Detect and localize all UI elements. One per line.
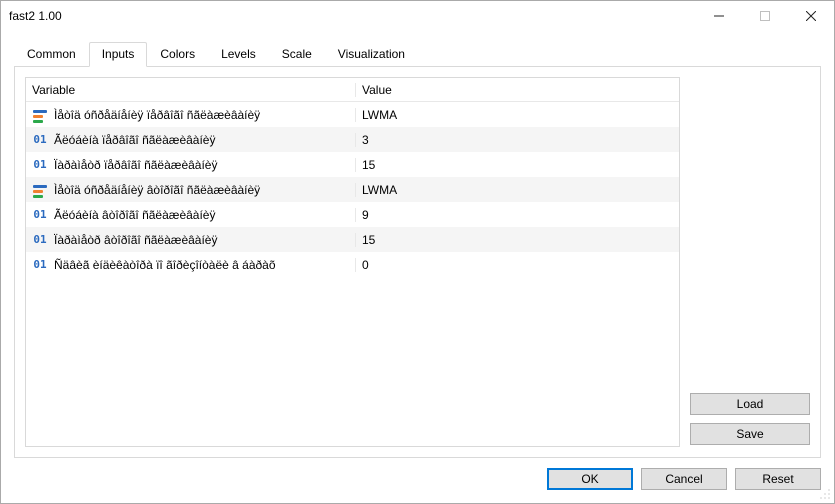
tab-common[interactable]: Common [14, 42, 89, 67]
int-type-icon: 01 [32, 157, 48, 173]
save-button[interactable]: Save [690, 423, 810, 445]
cell-value[interactable]: 9 [355, 208, 679, 222]
cell-variable: 01 Ãëóáèíà âòîðîãî ñãëàæèâàíèÿ [26, 207, 355, 223]
grid-header: Variable Value [26, 78, 679, 102]
window-controls [696, 1, 834, 31]
tab-scale[interactable]: Scale [269, 42, 325, 67]
int-type-icon: 01 [32, 232, 48, 248]
cell-value[interactable]: LWMA [355, 108, 679, 122]
header-value[interactable]: Value [355, 83, 679, 97]
maximize-button [742, 1, 788, 31]
cell-value[interactable]: LWMA [355, 183, 679, 197]
titlebar: fast2 1.00 [1, 1, 834, 31]
cell-variable: Ìåòîä óñðåäíåíèÿ ïåðâîãî ñãëàæèâàíèÿ [26, 107, 355, 123]
int-type-icon: 01 [32, 207, 48, 223]
cell-variable: 01 Ïàðàìåòð âòîðîãî ñãëàæèâàíèÿ [26, 232, 355, 248]
variable-name: Ïàðàìåòð âòîðîãî ñãëàæèâàíèÿ [54, 233, 217, 247]
tab-inputs[interactable]: Inputs [89, 42, 148, 67]
tab-levels[interactable]: Levels [208, 42, 269, 67]
tabstrip: CommonInputsColorsLevelsScaleVisualizati… [14, 42, 821, 67]
header-variable[interactable]: Variable [26, 83, 355, 97]
table-row[interactable]: Ìåòîä óñðåäíåíèÿ ïåðâîãî ñãëàæèâàíèÿ LWMA [26, 102, 679, 127]
dialog-buttons: OK Cancel Reset [14, 468, 821, 490]
ok-button[interactable]: OK [547, 468, 633, 490]
variable-name: Ãëóáèíà ïåðâîãî ñãëàæèâàíèÿ [54, 133, 215, 147]
close-icon [806, 11, 816, 21]
cell-variable: 01 Ïàðàìåòð ïåðâîãî ñãëàæèâàíèÿ [26, 157, 355, 173]
load-button[interactable]: Load [690, 393, 810, 415]
cell-value[interactable]: 15 [355, 158, 679, 172]
tab-visualization[interactable]: Visualization [325, 42, 418, 67]
tab-container: CommonInputsColorsLevelsScaleVisualizati… [14, 41, 821, 458]
int-type-icon: 01 [32, 257, 48, 273]
tab-panel-inputs: Variable Value Ìåòîä óñðåäíåíèÿ ïåðâîãî … [14, 66, 821, 458]
window-title: fast2 1.00 [9, 9, 62, 23]
maximize-icon [760, 11, 770, 21]
tab-colors[interactable]: Colors [147, 42, 208, 67]
table-row[interactable]: 01 Ïàðàìåòð âòîðîãî ñãëàæèâàíèÿ 15 [26, 227, 679, 252]
variable-name: Ìåòîä óñðåäíåíèÿ ïåðâîãî ñãëàæèâàíèÿ [54, 108, 260, 122]
table-row[interactable]: 01 Ïàðàìåòð ïåðâîãî ñãëàæèâàíèÿ 15 [26, 152, 679, 177]
enum-type-icon [32, 182, 48, 198]
int-type-icon: 01 [32, 132, 48, 148]
close-button[interactable] [788, 1, 834, 31]
table-row[interactable]: 01 Ñäâèã èíäèêàòîðà ïî ãîðèçîíòàëè â áàðà… [26, 252, 679, 277]
cancel-button[interactable]: Cancel [641, 468, 727, 490]
table-row[interactable]: 01 Ãëóáèíà âòîðîãî ñãëàæèâàíèÿ 9 [26, 202, 679, 227]
cell-variable: 01 Ñäâèã èíäèêàòîðà ïî ãîðèçîíòàëè â áàðà… [26, 257, 355, 273]
resize-grip-icon[interactable] [819, 488, 831, 500]
parameters-grid[interactable]: Variable Value Ìåòîä óñðåäíåíèÿ ïåðâîãî … [25, 77, 680, 447]
table-row[interactable]: 01 Ãëóáèíà ïåðâîãî ñãëàæèâàíèÿ 3 [26, 127, 679, 152]
dialog-window: fast2 1.00 CommonInputsColorsLevelsScale… [0, 0, 835, 504]
cell-variable: 01 Ãëóáèíà ïåðâîãî ñãëàæèâàíèÿ [26, 132, 355, 148]
client-area: CommonInputsColorsLevelsScaleVisualizati… [1, 31, 834, 503]
reset-button[interactable]: Reset [735, 468, 821, 490]
minimize-icon [714, 11, 724, 21]
side-buttons: Load Save [690, 77, 810, 447]
cell-value[interactable]: 0 [355, 258, 679, 272]
variable-name: Ìåòîä óñðåäíåíèÿ âòîðîãî ñãëàæèâàíèÿ [54, 183, 260, 197]
variable-name: Ïàðàìåòð ïåðâîãî ñãëàæèâàíèÿ [54, 158, 217, 172]
enum-type-icon [32, 107, 48, 123]
cell-value[interactable]: 15 [355, 233, 679, 247]
variable-name: Ñäâèã èíäèêàòîðà ïî ãîðèçîíòàëè â áàðàõ [54, 258, 276, 272]
grid-body: Ìåòîä óñðåäíåíèÿ ïåðâîãî ñãëàæèâàíèÿ LWMA… [26, 102, 679, 277]
variable-name: Ãëóáèíà âòîðîãî ñãëàæèâàíèÿ [54, 208, 215, 222]
cell-variable: Ìåòîä óñðåäíåíèÿ âòîðîãî ñãëàæèâàíèÿ [26, 182, 355, 198]
cell-value[interactable]: 3 [355, 133, 679, 147]
table-row[interactable]: Ìåòîä óñðåäíåíèÿ âòîðîãî ñãëàæèâàíèÿ LWMA [26, 177, 679, 202]
minimize-button[interactable] [696, 1, 742, 31]
